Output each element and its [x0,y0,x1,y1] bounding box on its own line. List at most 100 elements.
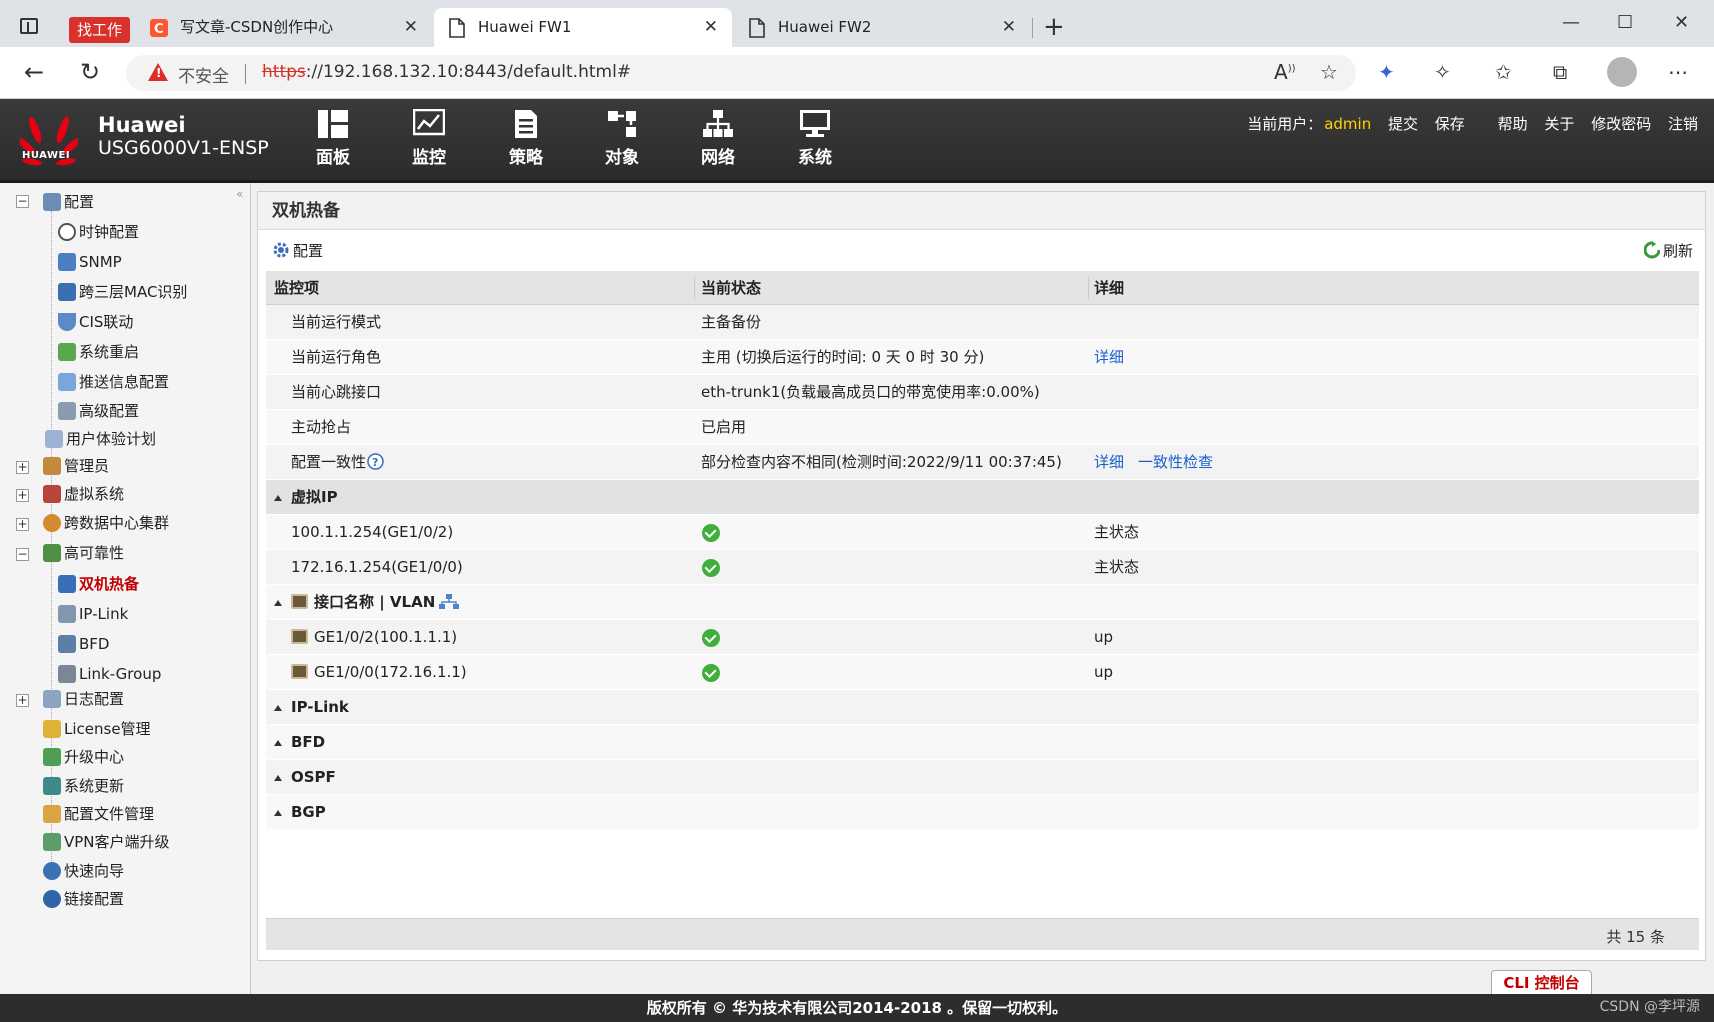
sidebar-item-advanced[interactable]: 高级配置 [58,400,139,422]
sidebar-item-push[interactable]: 推送信息配置 [58,371,169,393]
extensions-puzzle-icon[interactable]: ✧ [1434,60,1451,84]
tab-actions-icon[interactable] [20,18,38,34]
group-row-ospf[interactable]: OSPF [266,760,1699,795]
tab-huawei-fw2[interactable]: Huawei FW2 ✕ [734,8,1030,47]
favorites-icon[interactable]: ✩ [1495,60,1512,84]
profile-avatar[interactable] [1607,57,1637,87]
back-arrow-icon[interactable]: ← [24,59,44,85]
collapse-triangle-icon[interactable] [274,775,282,781]
group-row-bfd[interactable]: BFD [266,725,1699,760]
new-tab-plus-icon[interactable]: + [1043,14,1065,40]
extension-bird-icon[interactable]: ✦ [1378,60,1395,84]
sidebar-item-label: 跨三层MAC识别 [79,283,188,301]
nav-policy[interactable]: 策略 [496,109,556,168]
group-row-ip-link[interactable]: IP-Link [266,690,1699,725]
collapse-triangle-icon[interactable] [274,740,282,746]
collections-icon[interactable]: ⧉ [1553,60,1567,84]
help-link[interactable]: 帮助 [1498,115,1528,133]
tree-collapse-icon[interactable]: − [16,195,29,208]
nav-object[interactable]: 对象 [592,109,652,168]
collapse-sidebar-icon[interactable]: « [236,187,243,201]
sidebar-item-dc-cluster[interactable]: 跨数据中心集群 [43,512,169,534]
sidebar-item-license[interactable]: License管理 [43,718,151,740]
reload-icon[interactable]: ↻ [80,59,100,85]
close-icon[interactable]: ✕ [404,8,418,47]
sidebar-item-ip-link[interactable]: IP-Link [58,603,128,625]
group-label: 虚拟IP [291,488,338,506]
sidebar-item-admin[interactable]: 管理员 [43,455,109,477]
tree-expand-icon[interactable]: + [16,489,29,502]
sidebar-item-hot-standby[interactable]: 双机热备 [58,573,139,595]
tab-title: Huawei FW2 [778,18,872,36]
sidebar-item-clock[interactable]: 时钟配置 [58,221,139,243]
save-link[interactable]: 保存 [1435,115,1465,133]
sidebar-item-link-group[interactable]: Link-Group [58,663,161,685]
commit-link[interactable]: 提交 [1388,115,1418,133]
about-link[interactable]: 关于 [1544,115,1574,133]
read-aloud-icon[interactable]: A)) [1274,60,1296,84]
cli-console-button[interactable]: CLI 控制台 [1491,970,1592,996]
tree-expand-icon[interactable]: + [16,461,29,474]
column-header-detail[interactable]: 详细 [1094,271,1124,305]
sidebar-item-bfd[interactable]: BFD [58,633,109,655]
maximize-icon[interactable]: ☐ [1617,12,1633,33]
url-text[interactable]: https://192.168.132.10:8443/default.html… [262,62,631,82]
tab-huawei-fw1[interactable]: Huawei FW1 ✕ [434,8,732,47]
column-header-status[interactable]: 当前状态 [701,271,761,305]
sidebar-item-l3-mac[interactable]: 跨三层MAC识别 [58,281,187,303]
nav-network[interactable]: 网络 [688,109,748,168]
window-close-icon[interactable]: ✕ [1674,12,1689,33]
more-menu-icon[interactable]: ⋯ [1668,60,1688,84]
close-icon[interactable]: ✕ [704,8,718,47]
sidebar-item-config[interactable]: 配置 [43,191,94,213]
close-icon[interactable]: ✕ [1002,8,1016,47]
logout-link[interactable]: 注销 [1668,115,1698,133]
column-header-item[interactable]: 监控项 [274,271,319,305]
tree-expand-icon[interactable]: + [16,518,29,531]
detail-link[interactable]: 详细 [1094,340,1124,375]
nav-dashboard[interactable]: 面板 [303,109,363,168]
work-badge[interactable]: 找工作 [69,17,131,43]
collapse-triangle-icon[interactable] [274,810,282,816]
detail-link[interactable]: 详细 [1094,445,1124,480]
group-row-virtual-ip[interactable]: 虚拟IP [266,480,1699,515]
sidebar-item-label: 虚拟系统 [64,485,125,503]
sidebar-item-link-config[interactable]: 链接配置 [43,888,124,910]
tree-expand-icon[interactable]: + [16,694,29,707]
tab-csdn[interactable]: C 写文章-CSDN创作中心 ✕ [136,8,432,47]
group-row-bgp[interactable]: BGP [266,795,1699,830]
nav-monitor[interactable]: 监控 [399,109,459,168]
collapse-triangle-icon[interactable] [274,495,282,501]
help-question-icon[interactable]: ? [367,453,384,470]
group-row-interface[interactable]: 接口名称 | VLAN [266,585,1699,620]
sidebar-item-ux-plan[interactable]: 用户体验计划 [45,428,156,450]
favorite-add-icon[interactable]: ☆ [1320,60,1338,84]
sidebar-item-snmp[interactable]: SNMP [58,251,122,273]
sidebar-item-reboot[interactable]: 系统重启 [58,341,139,363]
collapse-triangle-icon[interactable] [274,705,282,711]
sidebar-item-quick-wizard[interactable]: 快速向导 [43,860,124,882]
table-row: 配置一致性? 部分检查内容不相同(检测时间:2022/9/11 00:37:45… [266,445,1699,480]
sidebar-item-config-files[interactable]: 配置文件管理 [43,803,154,825]
minimize-icon[interactable]: — [1562,12,1580,33]
change-password-link[interactable]: 修改密码 [1591,115,1651,133]
main-panel: 双机热备 配置 刷新 监控项 当前状态 详细 当前运行模式 主备备份 当前运行角… [257,191,1706,961]
refresh-button[interactable]: 刷新 [1643,240,1693,261]
url-field[interactable]: 不安全 https://192.168.132.10:8443/default.… [126,55,1356,91]
sidebar-item-vpn-client[interactable]: VPN客户端升级 [43,831,170,853]
tree-collapse-icon[interactable]: − [16,548,29,561]
sidebar-item-cis[interactable]: CIS联动 [58,311,133,333]
table-row: 100.1.1.254(GE1/0/2) 主状态 [266,515,1699,550]
consistency-check-link[interactable]: 一致性检查 [1138,445,1213,480]
sidebar-item-log[interactable]: 日志配置 [43,688,124,710]
sidebar-item-system-update[interactable]: 系统更新 [43,775,124,797]
insecure-label[interactable]: 不安全 [178,62,229,87]
sidebar-item-vsys[interactable]: 虚拟系统 [43,483,124,505]
nav-system[interactable]: 系统 [785,109,845,168]
collapse-triangle-icon[interactable] [274,600,282,606]
config-button[interactable]: 配置 [272,240,323,261]
clock-icon [58,223,76,241]
current-user-label: 当前用户： [1247,115,1323,133]
sidebar-item-upgrade-center[interactable]: 升级中心 [43,746,124,768]
sidebar-item-ha[interactable]: 高可靠性 [43,542,124,564]
